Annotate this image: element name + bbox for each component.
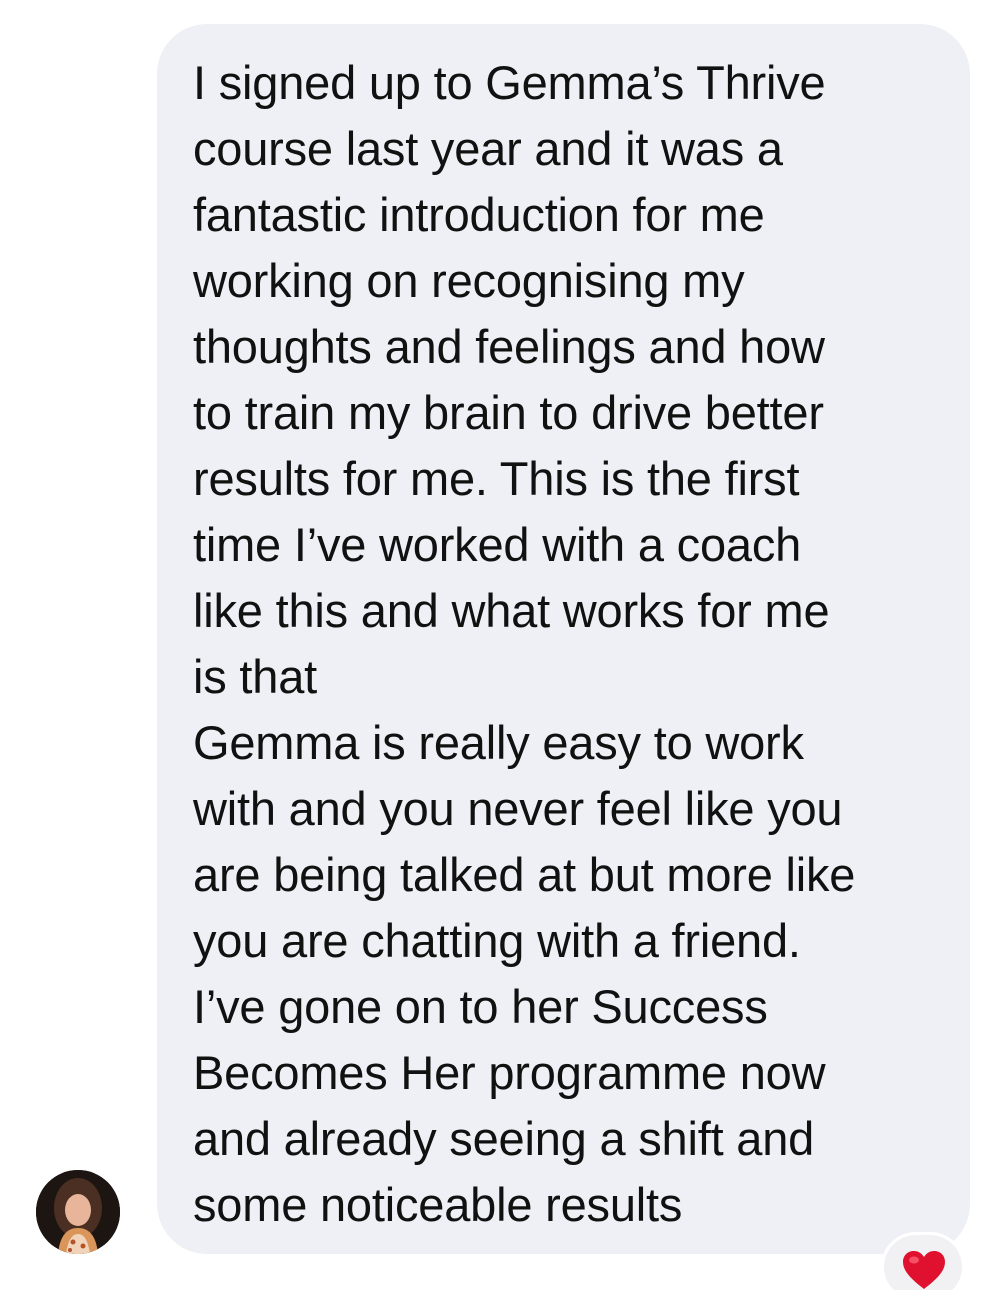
avatar-photo-icon <box>36 1170 120 1254</box>
sender-avatar[interactable] <box>36 1170 120 1254</box>
message-text: I signed up to Gemma’s Thrive course las… <box>193 56 856 1231</box>
heart-icon <box>903 1251 945 1289</box>
chat-screen: I signed up to Gemma’s Thrive course las… <box>0 0 1008 1290</box>
reaction-badge[interactable] <box>881 1232 965 1290</box>
message-row: I signed up to Gemma’s Thrive course las… <box>0 0 1008 1290</box>
